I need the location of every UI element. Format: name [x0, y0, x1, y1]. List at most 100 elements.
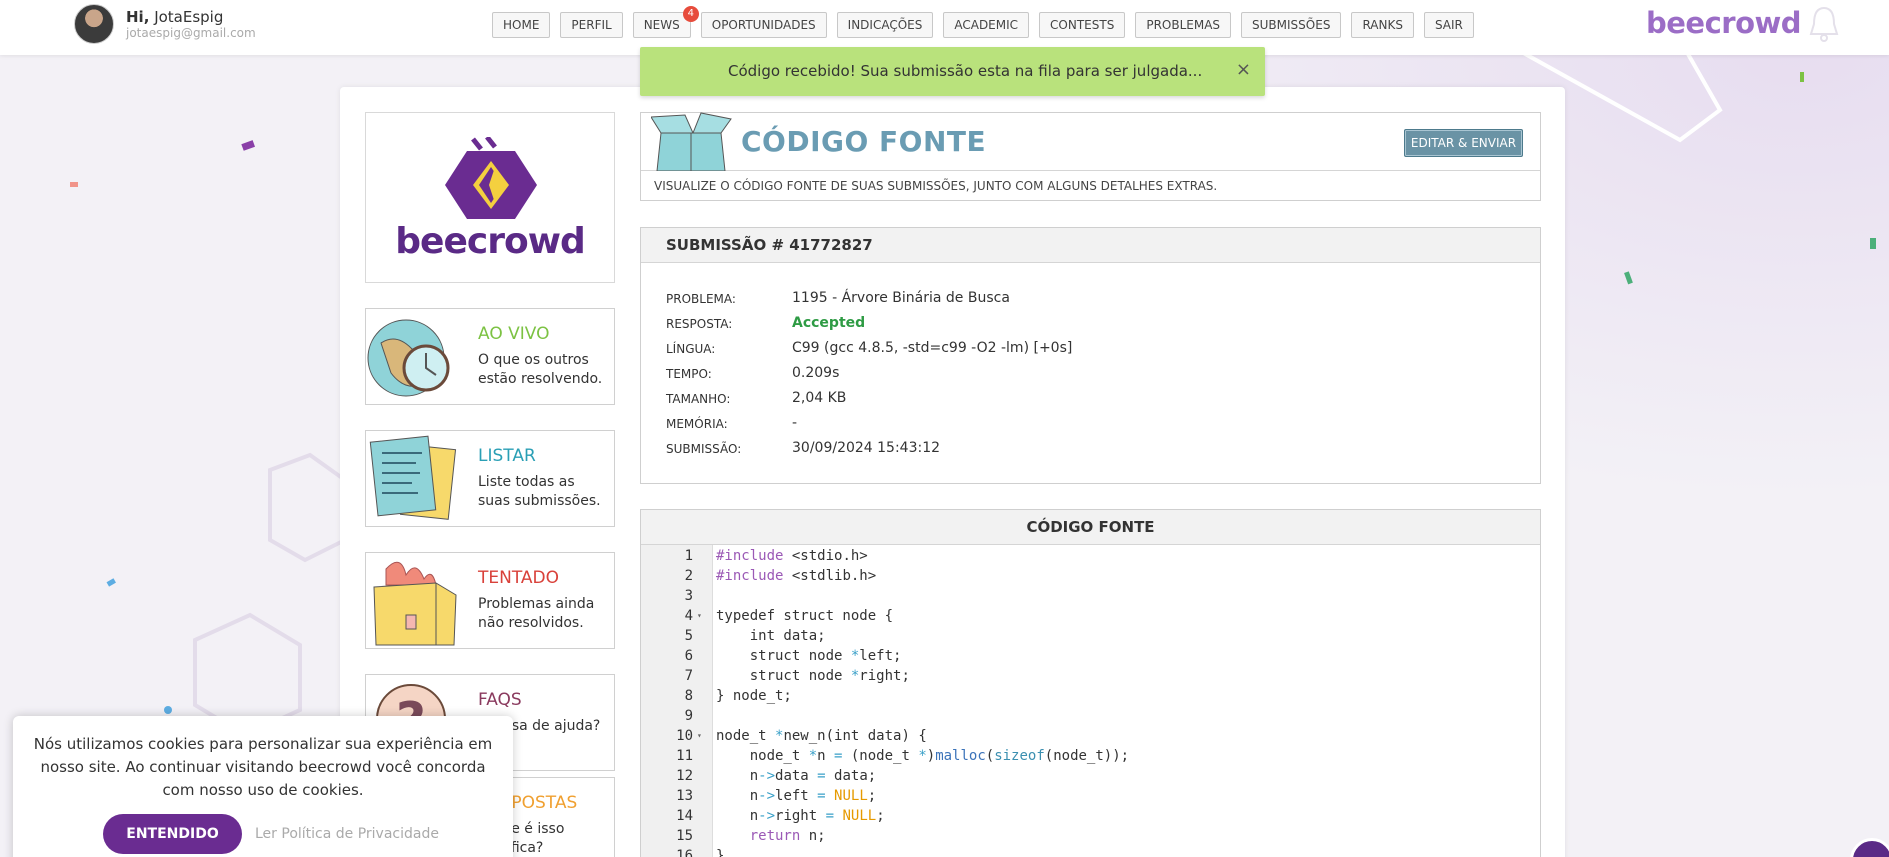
nav-sair[interactable]: SAIR: [1423, 12, 1474, 38]
info-value-resposta: Accepted: [792, 315, 866, 331]
page-title: CÓDIGO FONTE: [741, 125, 987, 158]
nav-submissoes[interactable]: SUBMISSÕES: [1241, 12, 1342, 38]
line-number: 12: [676, 768, 693, 784]
code-line: 15 return n;: [641, 826, 1540, 846]
code-text: #include <stdio.h>: [716, 548, 868, 564]
line-number: 3: [684, 588, 693, 604]
code-line: 1 #include <stdio.h>: [641, 546, 1540, 566]
source-code-header: CÓDIGO FONTE EDITAR & ENVIAR VISUALIZE O…: [640, 112, 1541, 201]
code-text: int data;: [716, 628, 826, 644]
sidebar-card-ao-vivo[interactable]: AO VIVO O que os outros estão resolvendo…: [365, 308, 615, 405]
source-code-viewer[interactable]: CÓDIGO FONTE 1 #include <stdio.h> 2 #includ…: [640, 509, 1541, 857]
sidebar-card-listar[interactable]: LISTAR Liste todas as suas submissões.: [365, 430, 615, 527]
code-line: 4 ▾ typedef struct node {: [641, 606, 1540, 626]
nav-oportunidades[interactable]: OPORTUNIDADES: [700, 12, 827, 38]
code-text: }: [716, 848, 725, 857]
beecrowd-hex-logo-icon: [445, 137, 537, 219]
nav-perfil[interactable]: PERFIL: [560, 12, 623, 38]
sidebar-card-desc: O que os outros estão resolvendo.: [478, 352, 603, 387]
user-greeting: Hi, JotaEspig: [126, 7, 224, 26]
user-email: jotaespig@gmail.com: [126, 25, 256, 40]
nav-academic[interactable]: ACADEMIC: [943, 12, 1030, 38]
nav-contests[interactable]: CONTESTS: [1039, 12, 1126, 38]
line-number: 6: [684, 648, 693, 664]
code-text: n->left = NULL;: [716, 788, 877, 804]
code-line: 10 ▾ node_t *new_n(int data) {: [641, 726, 1540, 746]
code-line: 11 node_t *n = (node_t *)malloc(sizeof(n…: [641, 746, 1540, 766]
info-value-tamanho: 2,04 KB: [792, 390, 847, 406]
cookie-accept-button[interactable]: ENTENDIDO: [103, 814, 242, 854]
line-number: 4: [684, 608, 693, 624]
code-line: 13 n->left = NULL;: [641, 786, 1540, 806]
line-number: 9: [684, 708, 693, 724]
nav-indicacoes[interactable]: INDICAÇÕES: [836, 12, 934, 38]
info-label-submissao: SUBMISSÃO:: [666, 442, 742, 456]
page-subtitle: VISUALIZE O CÓDIGO FONTE DE SUAS SUBMISS…: [654, 179, 1218, 193]
line-number: 16: [676, 848, 693, 857]
code-line: 16}: [641, 846, 1540, 857]
info-value-tempo: 0.209s: [792, 365, 840, 381]
edit-submit-button[interactable]: EDITAR & ENVIAR: [1404, 129, 1523, 157]
code-text: n->right = NULL;: [716, 808, 885, 824]
bell-icon[interactable]: [1806, 4, 1842, 44]
open-box-icon: [651, 112, 732, 171]
line-number: 10: [676, 728, 693, 744]
brand-logo[interactable]: beecrowd: [1646, 6, 1802, 40]
code-line: 7 struct node *right;: [641, 666, 1540, 686]
sidebar-card-title: FAQS: [478, 690, 522, 710]
code-text: node_t *n = (node_t *)malloc(sizeof(node…: [716, 748, 1130, 764]
submission-toast: Código recebido! Sua submissão esta na f…: [640, 47, 1265, 96]
info-value-problema[interactable]: 1195 - Árvore Binária de Busca: [792, 290, 1010, 306]
line-number: 1: [684, 548, 693, 564]
code-line: 3: [641, 586, 1540, 606]
fold-arrow-icon[interactable]: ▾: [697, 606, 702, 626]
line-number: 13: [676, 788, 693, 804]
code-text: #include <stdlib.h>: [716, 568, 877, 584]
close-icon[interactable]: ×: [1236, 59, 1251, 80]
nav-ranks[interactable]: RANKS: [1351, 12, 1414, 38]
user-info[interactable]: Hi, JotaEspig jotaespig@gmail.com: [74, 4, 256, 44]
line-number: 14: [676, 808, 693, 824]
code-line: 5 int data;: [641, 626, 1540, 646]
info-value-lingua: C99 (gcc 4.8.5, -std=c99 -O2 -lm) [+0s]: [792, 340, 1073, 356]
burning-box-icon: [373, 561, 457, 646]
privacy-policy-link[interactable]: Ler Política de Privacidade: [255, 826, 439, 842]
globe-clock-icon: [367, 319, 450, 397]
info-value-memoria: -: [792, 415, 798, 431]
nav-problemas[interactable]: PROBLEMAS: [1135, 12, 1232, 38]
info-label-lingua: LÍNGUA:: [666, 342, 716, 356]
sidebar-card-desc: Liste todas as suas submissões.: [478, 474, 601, 509]
fold-arrow-icon[interactable]: ▾: [697, 726, 702, 746]
code-line: 9: [641, 706, 1540, 726]
code-line: 14 n->right = NULL;: [641, 806, 1540, 826]
nav-news[interactable]: NEWS 4: [632, 6, 699, 38]
user-name: JotaEspig: [154, 7, 224, 26]
info-value-submissao: 30/09/2024 15:43:12: [792, 440, 941, 456]
toast-message: Código recebido! Sua submissão esta na f…: [728, 62, 1203, 80]
code-title: CÓDIGO FONTE: [641, 510, 1540, 545]
code-line: 2 #include <stdlib.h>: [641, 566, 1540, 586]
avatar[interactable]: [74, 4, 114, 44]
code-line: 12 n->data = data;: [641, 766, 1540, 786]
beecrowd-logo-card[interactable]: beecrowd: [365, 112, 615, 283]
info-label-tempo: TEMPO:: [666, 367, 712, 381]
info-label-tamanho: TAMANHO:: [666, 392, 731, 406]
code-text: struct node *left;: [716, 648, 902, 664]
line-number: 11: [676, 748, 693, 764]
info-label-problema: PROBLEMA:: [666, 292, 736, 306]
nav-home[interactable]: HOME: [492, 12, 551, 38]
info-label-memoria: MEMÓRIA:: [666, 417, 728, 431]
info-label-resposta: RESPOSTA:: [666, 317, 733, 331]
code-text: typedef struct node {: [716, 608, 894, 624]
sidebar-card-title: AO VIVO: [478, 324, 550, 344]
main-nav: HOME PERFIL NEWS 4 OPORTUNIDADES INDICAÇÕ…: [492, 6, 1474, 38]
line-number: 7: [684, 668, 693, 684]
sidebar-card-title: LISTAR: [478, 446, 536, 466]
code-text: node_t *new_n(int data) {: [716, 728, 927, 744]
sidebar-card-tentado[interactable]: TENTADO Problemas ainda não resolvidos.: [365, 552, 615, 649]
code-text: n->data = data;: [716, 768, 877, 784]
sidebar-card-desc: Problemas ainda não resolvidos.: [478, 596, 595, 631]
accessibility-icon[interactable]: [1850, 838, 1889, 857]
sidebar-card-title: TENTADO: [478, 568, 560, 588]
submission-details: SUBMISSÃO # 41772827 PROBLEMA: 1195 - Ár…: [640, 227, 1541, 484]
